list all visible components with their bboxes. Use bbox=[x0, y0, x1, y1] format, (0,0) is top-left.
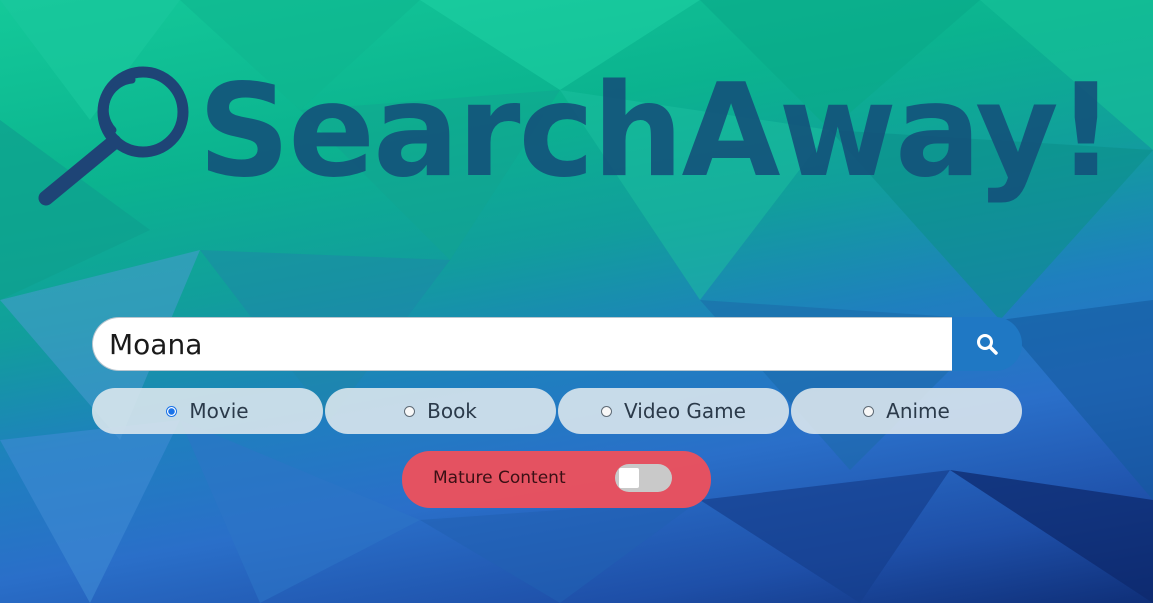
category-label: Book bbox=[427, 399, 477, 423]
mature-content-toggle[interactable] bbox=[615, 464, 672, 492]
logo: SearchAway! bbox=[30, 50, 1115, 225]
radio-unchecked-icon[interactable] bbox=[601, 405, 613, 417]
search-input[interactable] bbox=[92, 317, 952, 371]
radio-unchecked-icon[interactable] bbox=[863, 405, 875, 417]
logo-text: SearchAway! bbox=[198, 57, 1115, 206]
toggle-knob[interactable] bbox=[619, 468, 639, 488]
mature-content-label: Mature Content bbox=[433, 468, 566, 488]
category-option-movie[interactable]: Movie bbox=[92, 388, 323, 434]
category-option-book[interactable]: Book bbox=[325, 388, 556, 434]
search-button[interactable] bbox=[952, 317, 1022, 371]
radio-unchecked-icon[interactable] bbox=[404, 405, 416, 417]
category-option-anime[interactable]: Anime bbox=[791, 388, 1022, 434]
search-icon bbox=[977, 334, 998, 355]
magnifier-logo-icon bbox=[38, 66, 189, 206]
category-selector: Movie Book Video Game Anime bbox=[92, 388, 1022, 434]
mature-content-panel: Mature Content bbox=[402, 451, 711, 508]
category-label: Movie bbox=[189, 399, 249, 423]
radio-checked-icon[interactable] bbox=[166, 405, 178, 417]
category-label: Anime bbox=[886, 399, 950, 423]
category-label: Video Game bbox=[624, 399, 746, 423]
search-bar bbox=[92, 317, 1022, 371]
category-option-video-game[interactable]: Video Game bbox=[558, 388, 789, 434]
page-background: SearchAway! Movie Book Video Game Anime bbox=[0, 0, 1153, 603]
